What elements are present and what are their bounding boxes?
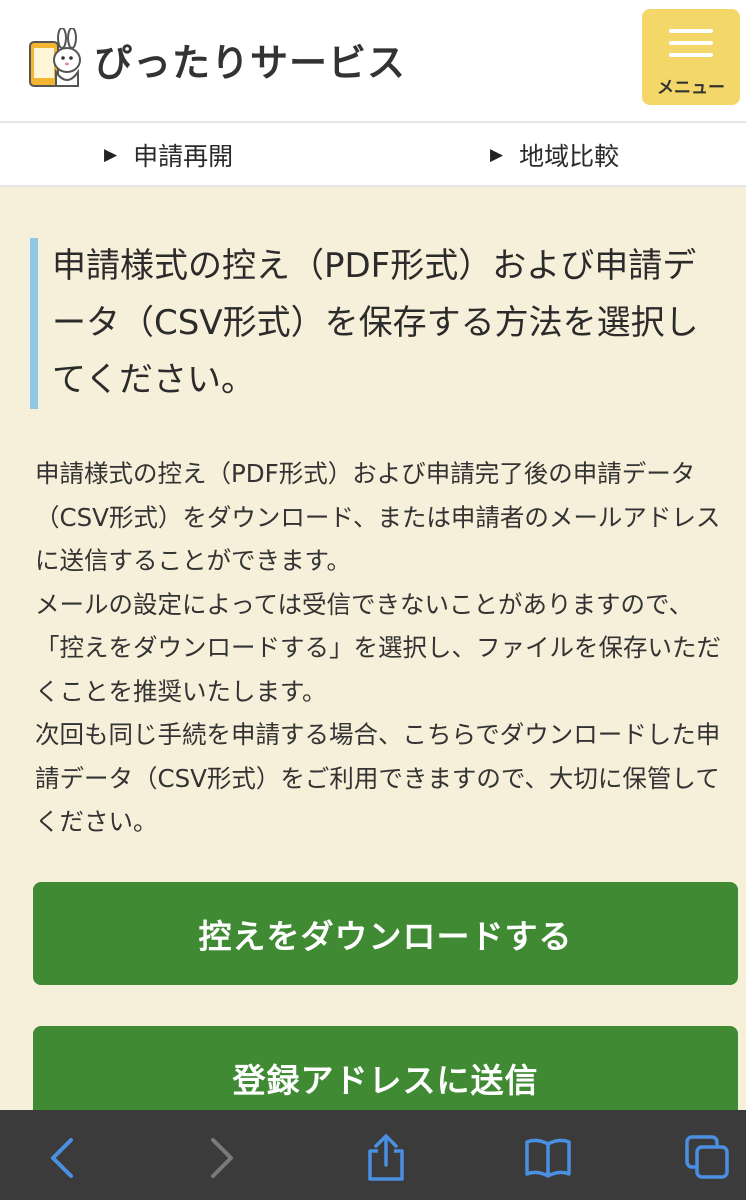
hamburger-icon — [669, 29, 713, 65]
menu-button[interactable]: メニュー — [642, 9, 740, 105]
tabs-icon[interactable] — [682, 1132, 734, 1184]
download-copy-button[interactable]: 控えをダウンロードする — [33, 882, 738, 985]
menu-label: メニュー — [657, 78, 725, 98]
rabbit-mascot-icon — [28, 27, 84, 90]
triangle-right-icon: ▶ — [490, 145, 504, 165]
description-paragraph: メールの設定によっては受信できないことがありますので、「控えをダウンロードする」… — [35, 589, 721, 706]
logo[interactable]: ぴったりサービス — [28, 27, 407, 90]
browser-toolbar — [0, 1110, 746, 1200]
description-paragraph: 次回も同じ手続を申請する場合、こちらでダウンロードした申請データ（CSV形式）を… — [35, 720, 721, 836]
app-name: ぴったりサービス — [94, 40, 407, 85]
nav-label: 申請再開 — [133, 142, 234, 171]
nav-area-comparison[interactable]: ▶ 地域比較 — [490, 137, 619, 173]
bookmarks-icon[interactable] — [522, 1132, 574, 1184]
triangle-right-icon: ▶ — [104, 145, 118, 165]
nav-label: 地域比較 — [519, 142, 620, 171]
headline-block: 申請様式の控え（PDF形式）および申請データ（CSV形式）を保存する方法を選択し… — [30, 238, 730, 409]
nav-resume-application[interactable]: ▶ 申請再開 — [104, 137, 233, 173]
description-paragraph: 申請様式の控え（PDF形式）および申請完了後の申請データ（CSV形式）をダウンロ… — [35, 459, 721, 575]
page-title: 申請様式の控え（PDF形式）および申請データ（CSV形式）を保存する方法を選択し… — [52, 246, 699, 400]
app-header: ぴったりサービス メニュー — [0, 0, 746, 123]
description: 申請様式の控え（PDF形式）および申請完了後の申請データ（CSV形式）をダウンロ… — [35, 452, 725, 844]
sub-navigation: ▶ 申請再開 ▶ 地域比較 — [0, 123, 746, 187]
share-icon[interactable] — [360, 1132, 412, 1184]
back-icon[interactable] — [36, 1132, 88, 1184]
forward-icon[interactable] — [196, 1132, 248, 1184]
